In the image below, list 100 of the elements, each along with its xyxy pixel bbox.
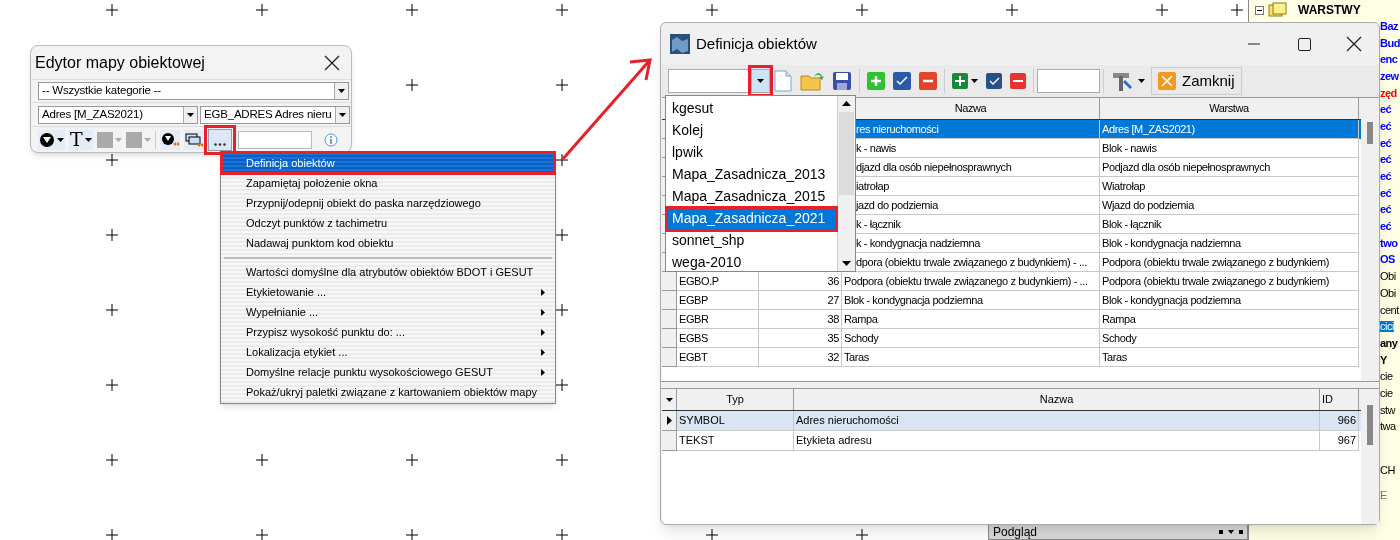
table-cell-text: Blok - łącznik — [1102, 216, 1162, 232]
dropdown-button[interactable] — [751, 70, 769, 92]
layers-button[interactable] — [183, 129, 204, 150]
filter-arrows-icon — [160, 131, 179, 148]
filter-button[interactable] — [38, 129, 65, 150]
layer-name[interactable]: eć — [1380, 154, 1392, 166]
layer-name[interactable]: cici — [1380, 321, 1394, 333]
layer-name[interactable]: eć — [1380, 221, 1392, 233]
table-cell-text: EGBP — [679, 292, 708, 308]
layer-name[interactable]: eć — [1380, 104, 1392, 116]
menu-item[interactable]: Przypnij/odepnij obiekt do paska narzędziowego — [221, 193, 555, 213]
column-header[interactable]: Warstwa — [1100, 98, 1359, 119]
table-row[interactable]: EGBP 27 Blok - kondygnacja podziemna Blok - kondygnacja podziemna — [662, 291, 1361, 310]
layer-name[interactable]: Y — [1380, 354, 1387, 366]
layer-name[interactable]: zęd — [1380, 87, 1397, 99]
input-field[interactable] — [237, 130, 312, 149]
dropdown-button[interactable] — [183, 106, 197, 123]
caret-icon — [665, 397, 673, 402]
column-header[interactable]: Typ — [677, 389, 794, 410]
combo-box[interactable]: EGB_ADRES Adres nieru — [200, 105, 350, 124]
table-cell-text: Podpora (obiektu trwale związanego z budynkiem) — [1102, 273, 1329, 289]
caret-icon — [971, 79, 978, 83]
plus-icon — [952, 73, 968, 89]
table-cell-text: Etykieta adresu — [796, 433, 872, 449]
close-window-button[interactable]: Zamknij — [1151, 67, 1242, 95]
table-cell-text: 38 — [827, 311, 839, 327]
dropdown-item[interactable]: kgesut — [668, 97, 835, 119]
table-row[interactable]: EGBR 38 Rampa Rampa — [662, 310, 1361, 329]
layer-name[interactable]: cie — [1380, 371, 1393, 383]
table-row[interactable]: TEKST Etykieta adresu 967 — [662, 431, 1361, 451]
layer-name[interactable]: Baz — [1380, 20, 1399, 32]
layer-name[interactable]: stw — [1380, 404, 1395, 416]
splitter[interactable] — [661, 381, 1379, 389]
layer-name[interactable]: OS — [1380, 254, 1395, 266]
layer-name[interactable]: cent — [1380, 304, 1399, 316]
table-cell-text: Podpora (obiektu trwale związanego z budynkiem) — [1102, 254, 1329, 270]
menu-item[interactable]: Lokalizacja etykiet ... — [221, 342, 555, 362]
table-row[interactable]: EGBT 32 Taras Taras — [662, 348, 1361, 367]
dropdown-item[interactable]: Mapa_Zasadnicza_2021 — [668, 207, 835, 229]
menu-item[interactable]: Wartości domyślne dla atrybutów obiektów BDOT i GESUT — [221, 262, 555, 282]
table-cell-text: Adres nieruchomości — [796, 413, 899, 429]
combo-box[interactable]: Adres [M_ZAS2021) — [38, 105, 198, 124]
layer-name[interactable]: Obi — [1380, 271, 1396, 283]
info-icon[interactable] — [323, 132, 338, 147]
dropdown-button[interactable] — [334, 83, 348, 99]
menu-item[interactable]: Wypełnianie ... — [221, 302, 555, 322]
close-icon — [1158, 72, 1176, 90]
table-cell-text: Podpora (obiektu trwale związanego z budynkiem) - ... — [844, 273, 1088, 289]
layer-combo-box[interactable] — [668, 69, 770, 93]
table-cell-text: Blok - nawis — [1102, 140, 1157, 156]
folder-icon — [800, 71, 824, 91]
layer-name[interactable]: two — [1380, 237, 1398, 249]
layer-name[interactable]: cie — [1380, 387, 1393, 399]
check-icon — [893, 72, 911, 90]
layer-name[interactable]: eć — [1380, 137, 1392, 149]
dropdown-item[interactable]: Kolej — [668, 119, 835, 141]
panel-controls-icon — [1219, 528, 1243, 535]
table-cell-text: res nieruchomości — [856, 121, 939, 137]
table-cell-text: Taras — [1102, 349, 1127, 365]
table-cell-text: dpora (obiektu trwale związanego z budynkiem) - ... — [856, 254, 1087, 270]
close-icon — [1346, 36, 1362, 52]
layer-name[interactable]: eć — [1380, 204, 1392, 216]
text-tool-button[interactable]: T — [69, 129, 93, 150]
column-header[interactable]: ID — [1320, 389, 1359, 410]
menu-item[interactable]: Zapamiętaj położenie okna — [221, 173, 555, 193]
layer-name[interactable]: eć — [1380, 171, 1392, 183]
folder-icon — [1268, 2, 1288, 18]
menu-item[interactable]: Pokaż/ukryj paletki związane z kartowaniem obiektów mapy — [221, 382, 555, 402]
input-field[interactable] — [1037, 69, 1100, 93]
menu-item[interactable]: Etykietowanie ... — [221, 282, 555, 302]
line-color-button[interactable] — [125, 129, 151, 150]
scrollbar[interactable] — [1361, 389, 1379, 524]
minimize-icon — [1248, 43, 1260, 45]
menu-item[interactable]: Domyślne relacje punktu wysokościowego GESUT — [221, 362, 555, 382]
layer-name[interactable]: eć — [1380, 187, 1392, 199]
filter-select-button[interactable] — [159, 129, 180, 150]
table-cell-text: TEKST — [679, 433, 715, 449]
layer-name[interactable]: Obi — [1380, 287, 1396, 299]
layer-name[interactable]: enc — [1380, 54, 1398, 66]
check-icon — [986, 73, 1002, 89]
layer-name[interactable]: zew — [1380, 70, 1399, 82]
layer-name[interactable]: Bud — [1380, 37, 1400, 49]
table-row[interactable]: EGBS 35 Schody Schody — [662, 329, 1361, 348]
fill-color-button[interactable] — [96, 129, 122, 150]
table-row[interactable]: SYMBOL Adres nieruchomości 966 — [662, 411, 1361, 431]
menu-item[interactable]: Odczyt punktów z tachimetru — [221, 213, 555, 233]
caret-icon — [339, 112, 346, 117]
scrollbar[interactable] — [1361, 98, 1379, 381]
layer-name[interactable]: E — [1380, 490, 1400, 502]
layer-name[interactable]: any — [1380, 337, 1398, 349]
menu-item[interactable]: Nadawaj punktom kod obiektu — [221, 233, 555, 253]
column-header[interactable]: Nazwa — [794, 389, 1320, 410]
menu-item[interactable]: Przypisz wysokość punktu do: ... — [221, 322, 555, 342]
dropdown-button[interactable] — [335, 106, 349, 123]
dropdown-item[interactable]: wega-2010 — [668, 251, 835, 273]
scrollbar[interactable] — [837, 96, 855, 271]
combo-box[interactable]: -- Wszystkie kategorie -- — [38, 82, 349, 100]
layer-name[interactable]: eć — [1380, 120, 1392, 132]
layer-name[interactable]: twa — [1380, 421, 1396, 433]
layer-name[interactable]: CH — [1380, 465, 1400, 477]
